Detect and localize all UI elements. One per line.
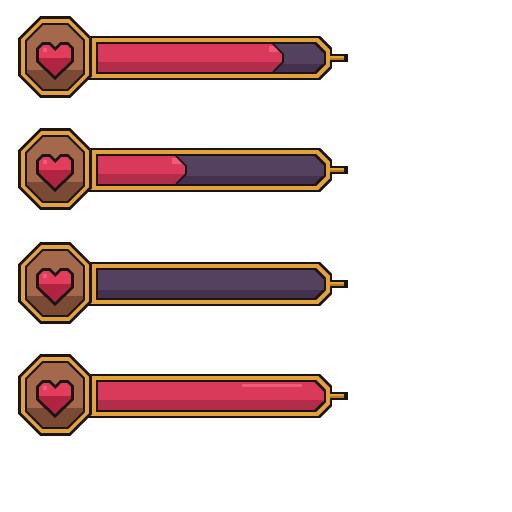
- health-bar: [12, 124, 352, 214]
- health-bar: [12, 238, 352, 328]
- health-bar: [12, 350, 352, 440]
- health-bar-graphic: [18, 354, 348, 436]
- health-fill: [98, 382, 324, 410]
- health-bar-graphic: [18, 242, 348, 324]
- health-fill: [98, 155, 187, 185]
- health-fill: [98, 43, 284, 73]
- health-bar: [12, 12, 352, 102]
- health-bar-graphic: [18, 16, 348, 98]
- health-bar-graphic: [18, 128, 348, 210]
- health-bar-set: [0, 0, 512, 512]
